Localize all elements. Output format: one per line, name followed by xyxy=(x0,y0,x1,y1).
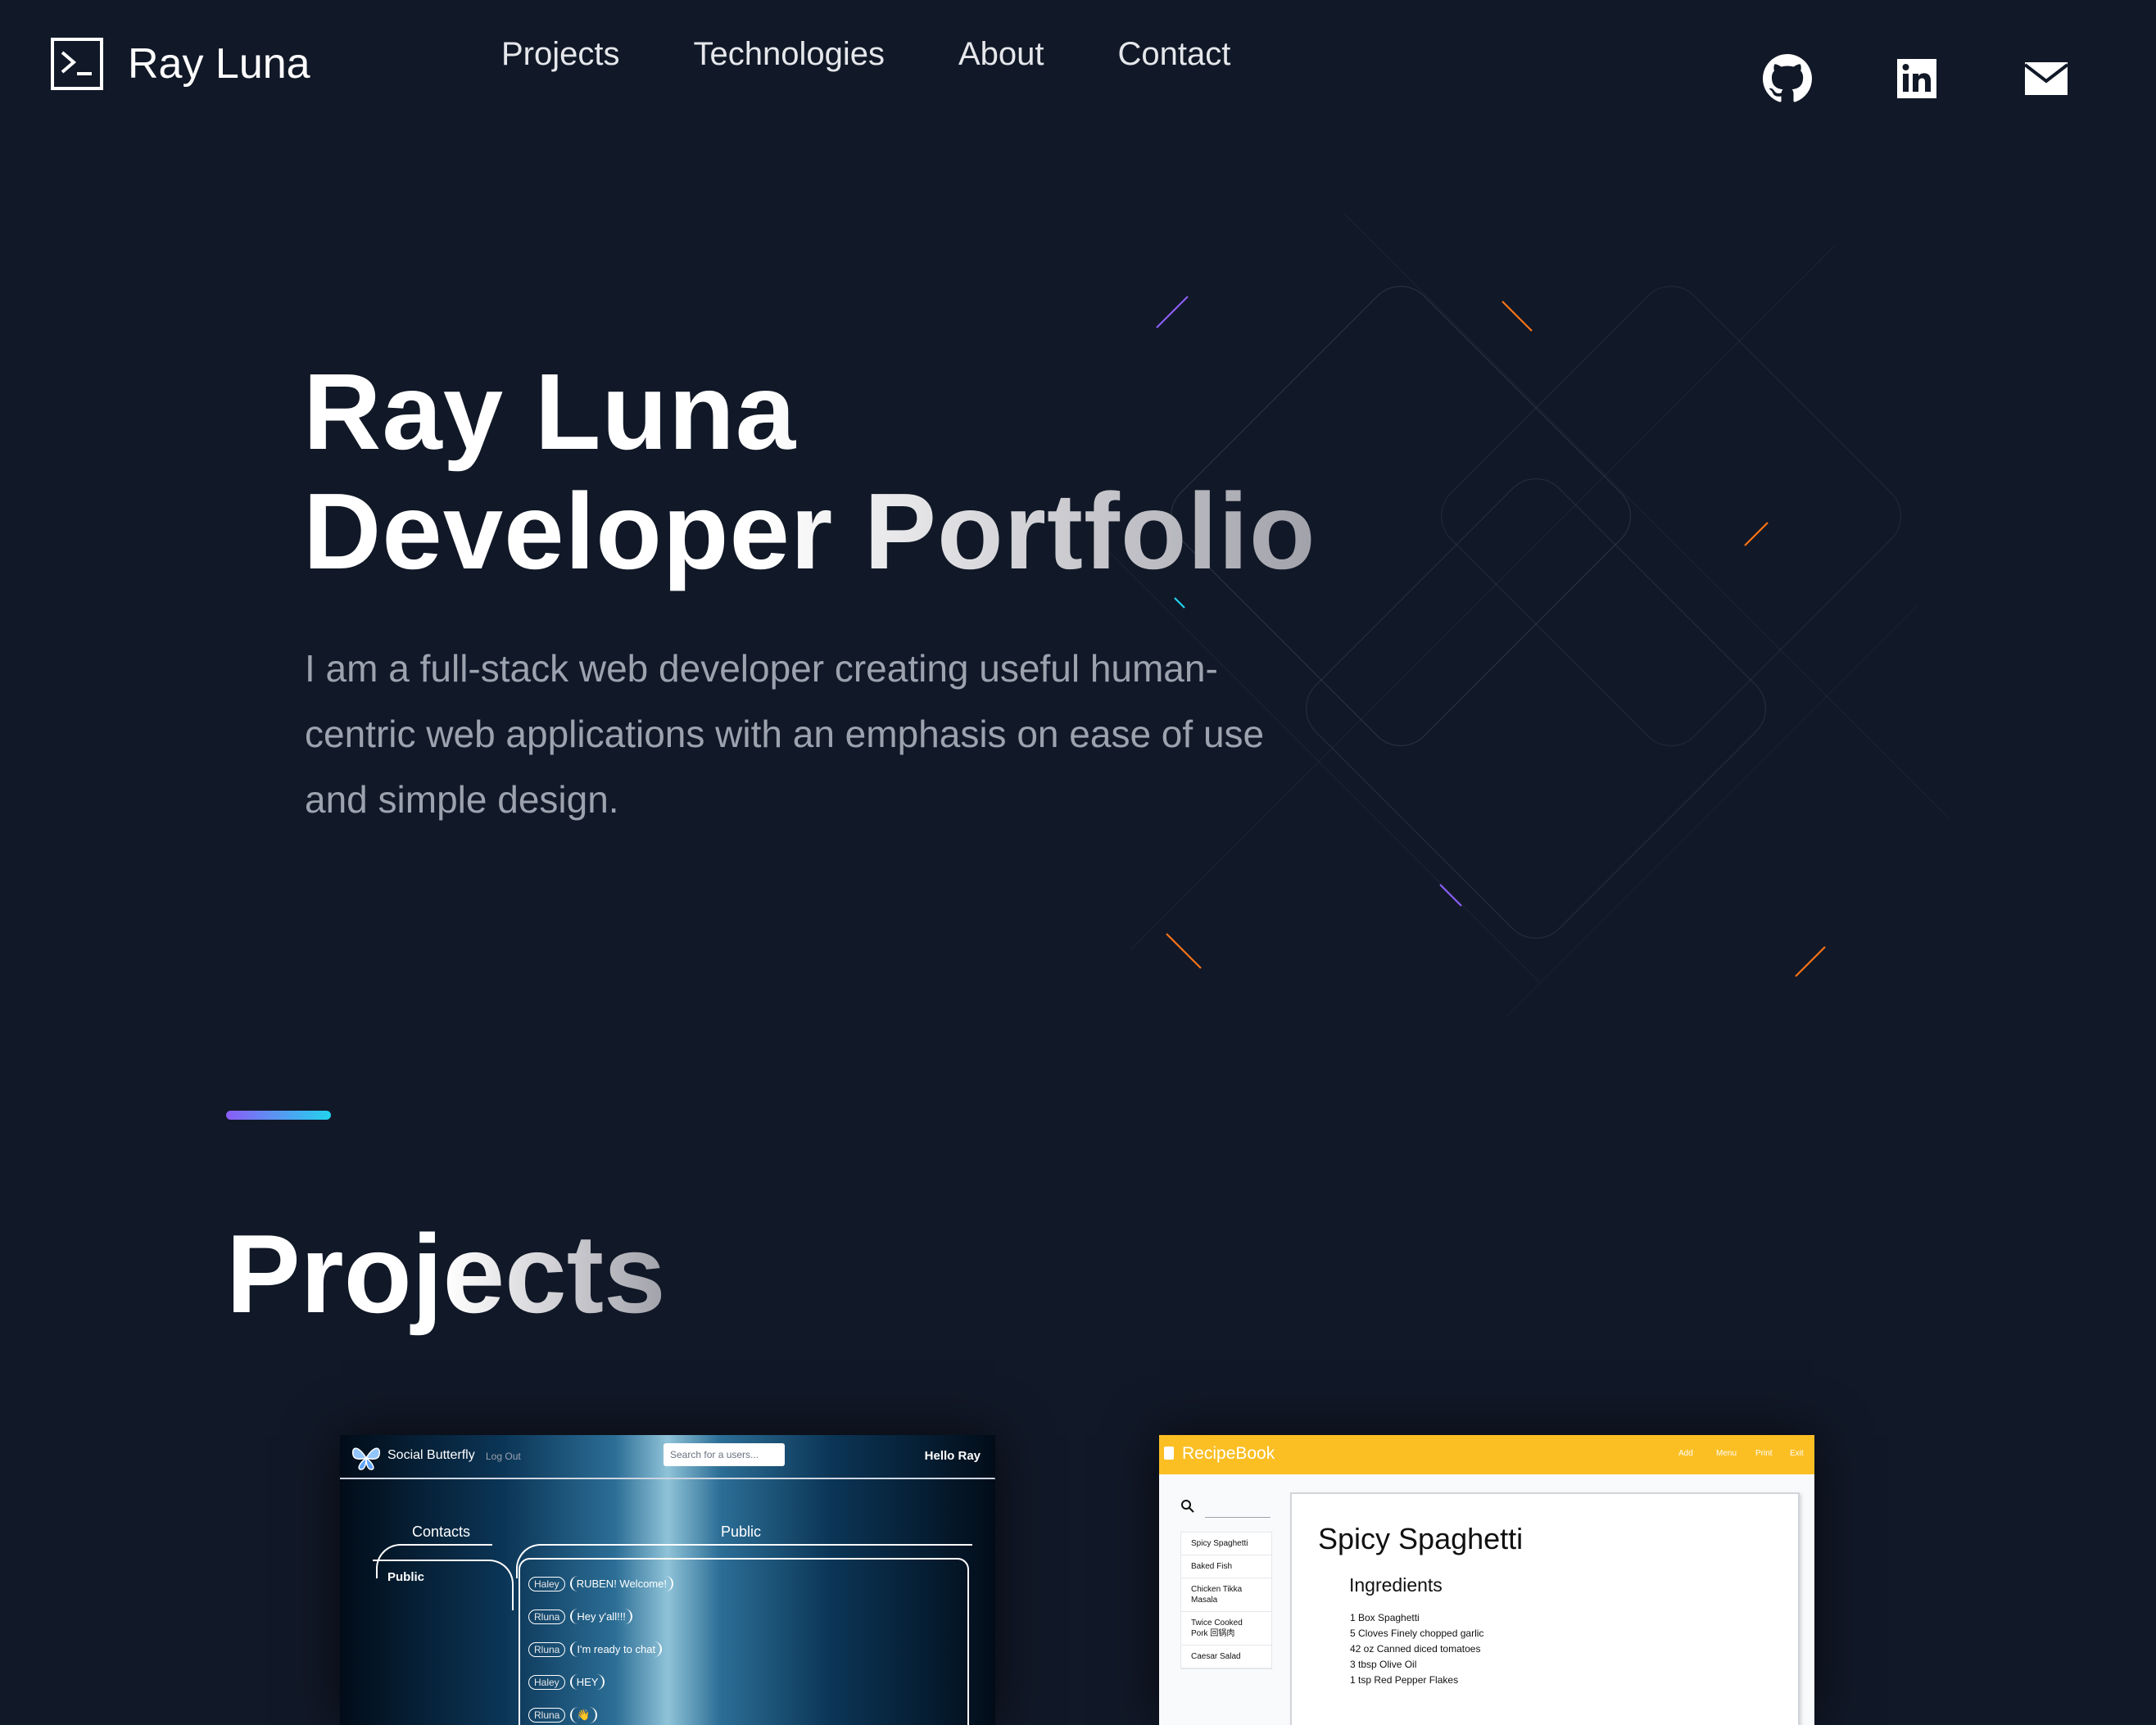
search-icon xyxy=(1180,1499,1195,1514)
sb-message: Haley HEY xyxy=(528,1674,605,1690)
list-item: Caesar Salad xyxy=(1181,1646,1271,1668)
list-item: Spicy Spaghetti xyxy=(1181,1533,1271,1555)
sb-message: Haley RUBEN! Welcome! xyxy=(528,1576,673,1591)
sb-message-text: HEY xyxy=(569,1674,605,1690)
github-icon[interactable] xyxy=(1763,54,1812,103)
rb-menu-add: Add xyxy=(1678,1449,1693,1458)
sb-message-user: Haley xyxy=(528,1674,565,1690)
terminal-icon xyxy=(51,38,103,90)
list-item: 1 tsp Red Pepper Flakes xyxy=(1350,1674,1459,1686)
list-item: 5 Cloves Finely chopped garlic xyxy=(1350,1628,1484,1639)
rb-menu-exit: Exit xyxy=(1790,1449,1804,1458)
butterfly-icon xyxy=(350,1442,383,1474)
rb-section-title: Ingredients xyxy=(1349,1574,1443,1596)
sb-greeting: Hello Ray xyxy=(924,1449,981,1463)
sb-logout-link: Log Out xyxy=(486,1451,521,1462)
sb-divider xyxy=(340,1478,995,1479)
nav-contact[interactable]: Contact xyxy=(1118,36,1231,73)
list-item: Chicken Tikka Masala xyxy=(1181,1578,1271,1612)
sb-message-user: Rluna xyxy=(528,1641,566,1657)
sb-message-user: Rluna xyxy=(528,1708,566,1723)
brand-name: Ray Luna xyxy=(128,40,310,88)
sb-message-text: I'm ready to chat xyxy=(570,1641,663,1657)
hero-description: I am a full-stack web developer creating… xyxy=(305,647,1265,821)
sb-public-tab: Public xyxy=(721,1524,762,1540)
project-card-social-butterfly[interactable]: Social Butterfly Log Out Search for a us… xyxy=(340,1435,995,1725)
sb-message-text: Hey y'all!!! xyxy=(570,1609,632,1624)
sb-search-input: Search for a users... xyxy=(664,1443,785,1466)
site-header: Ray Luna Projects Technologies About Con… xyxy=(0,0,2156,131)
sb-message: Rluna 👋 xyxy=(528,1707,597,1723)
list-item: 3 tbsp Olive Oil xyxy=(1350,1659,1417,1670)
rb-menu-menu: Menu xyxy=(1716,1449,1737,1458)
list-item: Baked Fish xyxy=(1181,1555,1271,1578)
hero-title-subtitle: Developer Portfolio xyxy=(303,471,1316,591)
project-card-recipebook[interactable]: RecipeBook Add Menu Print Exit Spicy Spa… xyxy=(1159,1435,1814,1725)
list-item: Twice Cooked Pork 回锅肉 xyxy=(1181,1612,1271,1646)
list-item: 42 oz Canned diced tomatoes xyxy=(1350,1643,1481,1655)
sb-contact-item: Public xyxy=(387,1570,425,1584)
nav-about[interactable]: About xyxy=(958,36,1044,73)
sb-message-text: RUBEN! Welcome! xyxy=(569,1576,673,1591)
mail-icon[interactable] xyxy=(2022,54,2071,103)
rb-recipe-title: Spicy Spaghetti xyxy=(1318,1522,1524,1555)
nav-technologies[interactable]: Technologies xyxy=(694,36,886,73)
nav-projects[interactable]: Projects xyxy=(501,36,620,73)
linkedin-icon[interactable] xyxy=(1892,54,1941,103)
sb-message-user: Rluna xyxy=(528,1609,566,1624)
main-nav: Projects Technologies About Contact xyxy=(501,36,1304,73)
sb-top-bar: Social Butterfly Log Out Search for a us… xyxy=(340,1435,995,1484)
background-grid-decoration xyxy=(1098,213,1950,1016)
sb-message: Rluna Hey y'all!!! xyxy=(528,1609,632,1624)
list-item: 1 Box Spaghetti xyxy=(1350,1612,1420,1623)
book-icon xyxy=(1164,1447,1174,1460)
hero-title: Ray Luna Developer Portfolio xyxy=(303,352,1316,591)
rb-search-field xyxy=(1205,1517,1270,1518)
section-accent-bar xyxy=(226,1111,331,1120)
rb-app-name: RecipeBook xyxy=(1182,1444,1275,1463)
sb-message-user: Haley xyxy=(528,1576,565,1591)
rb-menu-print: Print xyxy=(1755,1449,1773,1458)
sb-contacts-tab: Contacts xyxy=(412,1524,471,1540)
rb-ingredients: 1 Box Spaghetti 5 Cloves Finely chopped … xyxy=(1350,1610,1483,1688)
sb-frame xyxy=(373,1560,514,1610)
brand-logo[interactable]: Ray Luna xyxy=(51,38,310,90)
sb-message: Rluna I'm ready to chat xyxy=(528,1641,663,1657)
rb-top-bar: RecipeBook Add Menu Print Exit xyxy=(1159,1435,1814,1474)
sb-message-text: 👋 xyxy=(570,1707,597,1723)
sb-app-name: Social Butterfly xyxy=(387,1448,475,1462)
rb-recipe-list: Spicy Spaghetti Baked Fish Chicken Tikka… xyxy=(1180,1532,1272,1669)
hero-title-name: Ray Luna xyxy=(303,351,797,472)
projects-heading: Projects xyxy=(226,1208,666,1339)
